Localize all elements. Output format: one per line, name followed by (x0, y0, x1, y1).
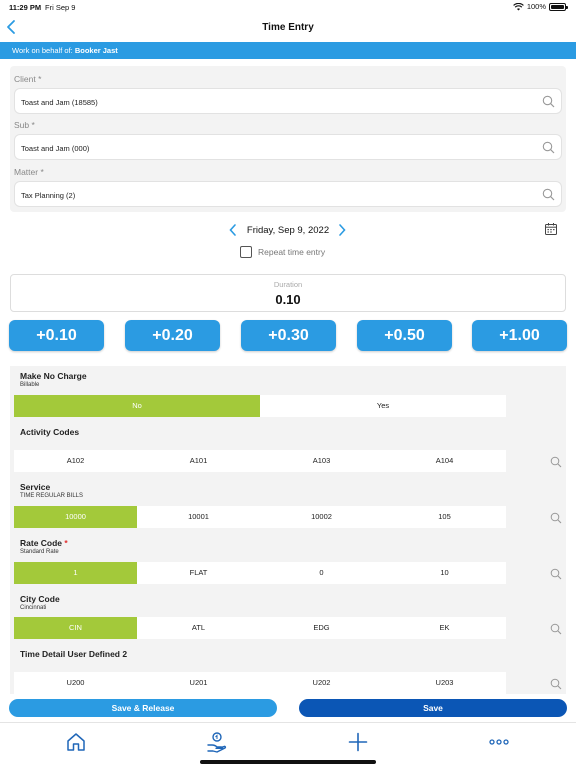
no-charge-title: Make No Charge (20, 371, 87, 381)
no-charge-option-no[interactable]: No (14, 395, 260, 417)
save-release-button[interactable]: Save & Release (9, 699, 277, 717)
rate-code-subtitle: Standard Rate (20, 549, 59, 555)
user-defined-option[interactable]: U200 (14, 672, 137, 694)
search-icon[interactable] (550, 623, 562, 635)
increment-button-100[interactable]: +1.00 (472, 320, 567, 351)
search-icon[interactable] (550, 678, 562, 690)
sub-label: Sub * (14, 120, 35, 130)
city-code-segmented: CIN ATL EDG EK (14, 617, 506, 639)
battery-icon (549, 2, 568, 11)
service-subtitle: TIME REGULAR BILLS (20, 493, 84, 499)
behalf-label: Work on behalf of: (12, 46, 73, 55)
repeat-time-entry[interactable]: Repeat time entry (240, 244, 325, 260)
rate-option[interactable]: FLAT (137, 562, 260, 584)
save-button[interactable]: Save (299, 699, 567, 717)
city-option[interactable]: EDG (260, 617, 383, 639)
service-option[interactable]: 10000 (14, 506, 137, 528)
home-indicator (200, 760, 376, 764)
rate-option[interactable]: 0 (260, 562, 383, 584)
increment-button-010[interactable]: +0.10 (9, 320, 104, 351)
service-option[interactable]: 10002 (260, 506, 383, 528)
user-defined-option[interactable]: U202 (260, 672, 383, 694)
no-charge-segmented: No Yes (14, 395, 506, 417)
wifi-icon (512, 2, 524, 10)
repeat-label: Repeat time entry (258, 247, 326, 257)
activity-codes-segmented: A102 A101 A103 A104 (14, 450, 506, 472)
hand-coin-icon[interactable] (206, 731, 228, 753)
increment-buttons: +0.10 +0.20 +0.30 +0.50 +1.00 (9, 320, 569, 351)
rate-code-title: Rate Code * (20, 538, 68, 548)
rate-code-segmented: 1 FLAT 0 10 (14, 562, 506, 584)
increment-button-020[interactable]: +0.20 (125, 320, 220, 351)
city-option[interactable]: EK (383, 617, 506, 639)
activity-option[interactable]: A104 (383, 450, 506, 472)
user-defined-segmented: U200 U201 U202 U203 (14, 672, 506, 694)
behalf-banner[interactable]: Work on behalf of: Booker Jast (0, 42, 576, 59)
status-time: 11:29 PM (9, 3, 42, 12)
increment-button-030[interactable]: +0.30 (241, 320, 336, 351)
client-label: Client * (14, 74, 42, 84)
user-defined-option[interactable]: U201 (137, 672, 260, 694)
search-icon[interactable] (550, 456, 562, 468)
chevron-right-icon[interactable] (337, 223, 347, 237)
client-value: Toast and Jam (18585) (21, 98, 98, 107)
date-text[interactable]: Friday, Sep 9, 2022 (242, 225, 334, 236)
duration-label: Duration (273, 280, 303, 289)
rate-option[interactable]: 10 (383, 562, 506, 584)
city-option[interactable]: ATL (137, 617, 260, 639)
user-defined-title: Time Detail User Defined 2 (20, 649, 128, 659)
battery-percent: 100% (526, 2, 546, 11)
activity-option[interactable]: A101 (137, 450, 260, 472)
service-option[interactable]: 105 (383, 506, 506, 528)
chevron-left-icon[interactable] (228, 223, 238, 237)
service-option[interactable]: 10001 (137, 506, 260, 528)
no-charge-subtitle: Billable (20, 382, 40, 388)
activity-option[interactable]: A103 (260, 450, 383, 472)
increment-button-050[interactable]: +0.50 (357, 320, 452, 351)
behalf-name: Booker Jast (74, 46, 118, 55)
calendar-icon[interactable] (544, 222, 558, 236)
search-icon[interactable] (550, 568, 562, 580)
duration-field[interactable]: Duration 0.10 (10, 274, 566, 312)
city-code-subtitle: Cincinnati (20, 605, 47, 611)
action-buttons: Save & Release Save (0, 699, 576, 717)
details-panel: Make No Charge Billable No Yes Activity … (10, 366, 566, 694)
search-icon[interactable] (542, 141, 555, 154)
search-icon[interactable] (542, 188, 555, 201)
no-charge-option-yes[interactable]: Yes (260, 395, 506, 417)
search-icon[interactable] (542, 95, 555, 108)
activity-option[interactable]: A102 (14, 450, 137, 472)
more-icon[interactable] (488, 731, 510, 753)
date-selector: Friday, Sep 9, 2022 (0, 222, 576, 238)
status-bar: 11:29 PM Fri Sep 9 100% (0, 0, 576, 14)
repeat-checkbox[interactable] (240, 246, 252, 258)
home-icon[interactable] (65, 731, 87, 753)
city-option[interactable]: CIN (14, 617, 137, 639)
status-date: Fri Sep 9 (45, 3, 76, 12)
rate-option[interactable]: 1 (14, 562, 137, 584)
plus-icon[interactable] (347, 731, 369, 753)
matter-field[interactable]: Tax Planning (2) (14, 181, 562, 207)
search-icon[interactable] (550, 512, 562, 524)
client-field[interactable]: Toast and Jam (18585) (14, 88, 562, 114)
matter-value: Tax Planning (2) (21, 191, 76, 200)
nav-bar: Time Entry (0, 14, 576, 42)
activity-codes-title: Activity Codes (20, 427, 80, 437)
service-segmented: 10000 10001 10002 105 (14, 506, 506, 528)
page-title: Time Entry (262, 22, 314, 33)
city-code-title: City Code (20, 594, 60, 604)
matter-label: Matter * (14, 167, 44, 177)
sub-field[interactable]: Toast and Jam (000) (14, 134, 562, 160)
sub-value: Toast and Jam (000) (21, 144, 90, 153)
user-defined-option[interactable]: U203 (383, 672, 506, 694)
service-title: Service (20, 482, 51, 492)
duration-value: 0.10 (275, 292, 301, 307)
